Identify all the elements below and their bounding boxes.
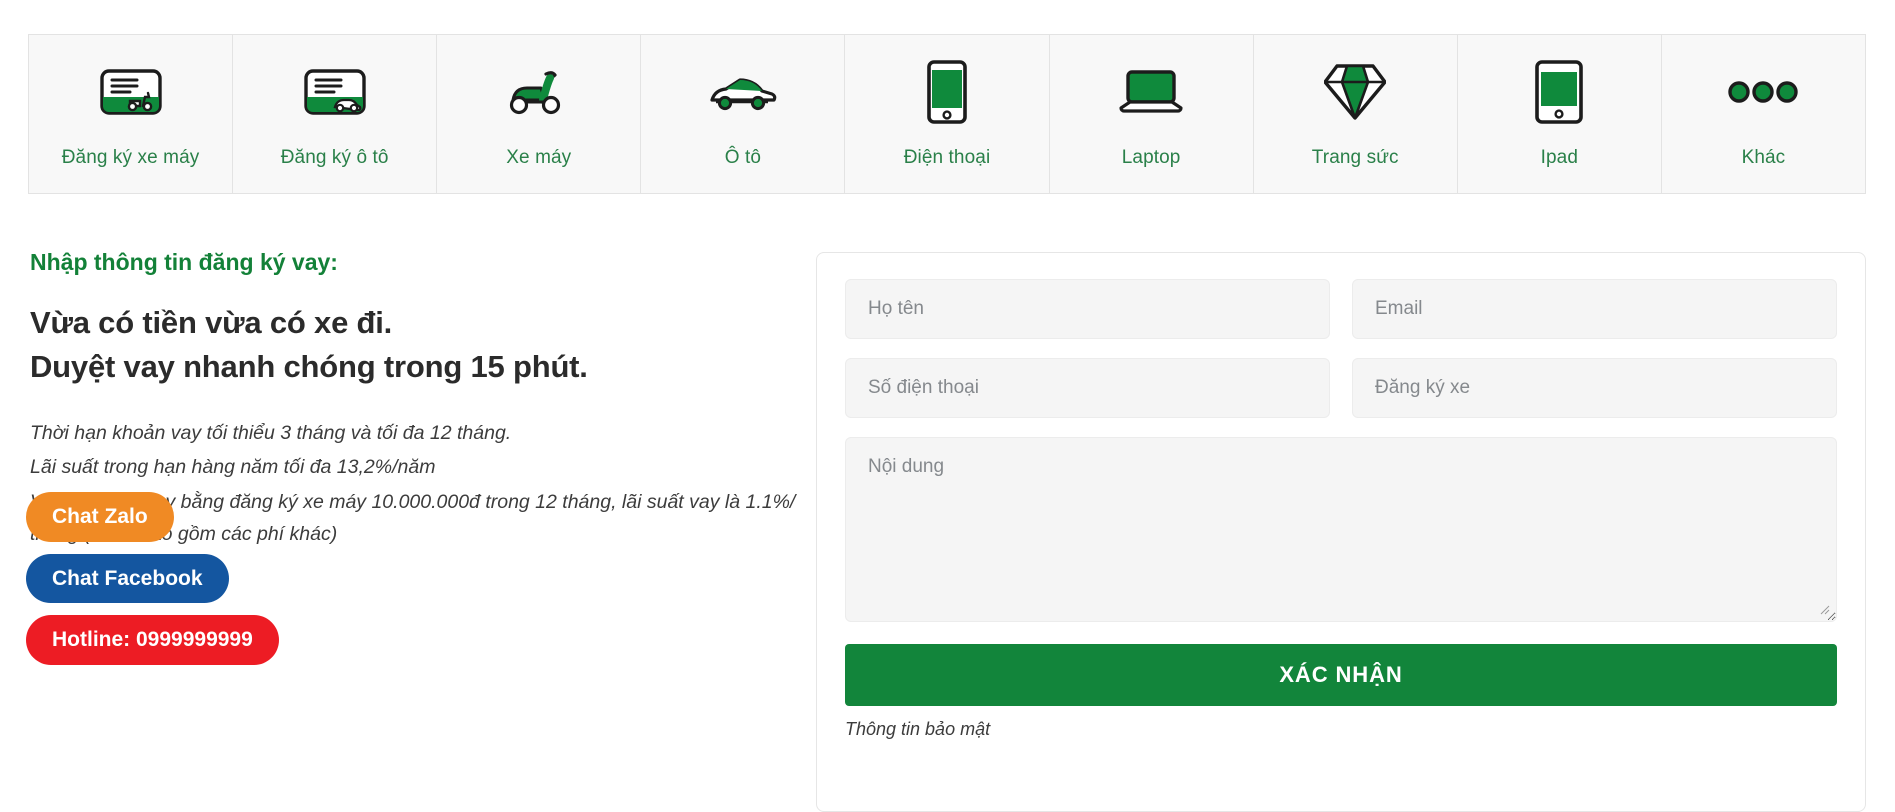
tab-label: Điện thoại <box>903 147 991 168</box>
hotline-button[interactable]: Hotline: 0999999999 <box>26 615 279 665</box>
smartphone-icon <box>926 57 968 127</box>
message-field-wrapper <box>845 437 1837 622</box>
term-line: Lãi suất trong hạn hàng năm tối đa 13,2%… <box>30 456 436 479</box>
tab-dien-thoai[interactable]: Điện thoại <box>845 35 1050 193</box>
chat-facebook-button[interactable]: Chat Facebook <box>26 553 229 604</box>
category-tab-bar: Đăng ký xe máy Đăng ký ô tô Xe máy Ô tô … <box>28 34 1866 194</box>
tablet-icon <box>1534 57 1584 127</box>
car-icon <box>706 57 780 127</box>
tab-label: Đăng ký ô tô <box>280 147 389 168</box>
form-row-phone-vehicle <box>845 358 1837 418</box>
headline-line-2: Duyệt vay nhanh chóng trong 15 phút. <box>30 348 588 384</box>
tab-laptop[interactable]: Laptop <box>1049 35 1254 193</box>
tab-xe-may[interactable]: Xe máy <box>437 35 642 193</box>
tab-label: Ipad <box>1540 147 1579 168</box>
tab-label: Ô tô <box>724 147 762 168</box>
tab-label: Xe máy <box>506 147 572 168</box>
motorbike-registration-card-icon <box>99 57 162 127</box>
tab-dang-ky-o-to[interactable]: Đăng ký ô tô <box>233 35 438 193</box>
section-eyebrow: Nhập thông tin đăng ký vay: <box>30 249 338 275</box>
laptop-icon <box>1116 57 1186 127</box>
tab-dang-ky-xe-may[interactable]: Đăng ký xe máy <box>29 35 234 193</box>
message-textarea[interactable] <box>845 437 1837 622</box>
car-registration-card-icon <box>303 57 366 127</box>
vehicle-registration-input[interactable] <box>1352 358 1837 418</box>
diamond-icon <box>1324 57 1387 127</box>
submit-button[interactable]: XÁC NHẬN <box>845 644 1837 706</box>
tab-label: Laptop <box>1121 147 1181 168</box>
form-footer-note: Thông tin bảo mật <box>845 719 991 739</box>
fullname-input[interactable] <box>845 279 1330 339</box>
tab-label: Trang sức <box>1311 147 1399 168</box>
form-row-name-email <box>845 279 1837 339</box>
tab-trang-suc[interactable]: Trang sức <box>1253 35 1458 193</box>
chat-zalo-button[interactable]: Chat Zalo <box>26 492 174 542</box>
page-title: Vừa có tiền vừa có xe đi. Duyệt vay nhan… <box>30 301 820 389</box>
loan-registration-form: XÁC NHẬN Thông tin bảo mật <box>816 252 1866 812</box>
scooter-icon <box>505 57 573 127</box>
headline-line-1: Vừa có tiền vừa có xe đi. <box>30 304 393 340</box>
term-line: Thời hạn khoản vay tối thiểu 3 tháng và … <box>30 421 512 444</box>
tab-o-to[interactable]: Ô tô <box>641 35 846 193</box>
ellipsis-icon <box>1727 57 1799 127</box>
email-input[interactable] <box>1352 279 1837 339</box>
tab-label: Đăng ký xe máy <box>61 147 200 168</box>
tab-ipad[interactable]: Ipad <box>1457 35 1662 193</box>
tab-label: Khác <box>1741 147 1786 168</box>
phone-input[interactable] <box>845 358 1330 418</box>
tab-khac[interactable]: Khác <box>1661 35 1865 193</box>
floating-contact-buttons: Chat Zalo Chat Facebook Hotline: 0999999… <box>26 492 279 665</box>
